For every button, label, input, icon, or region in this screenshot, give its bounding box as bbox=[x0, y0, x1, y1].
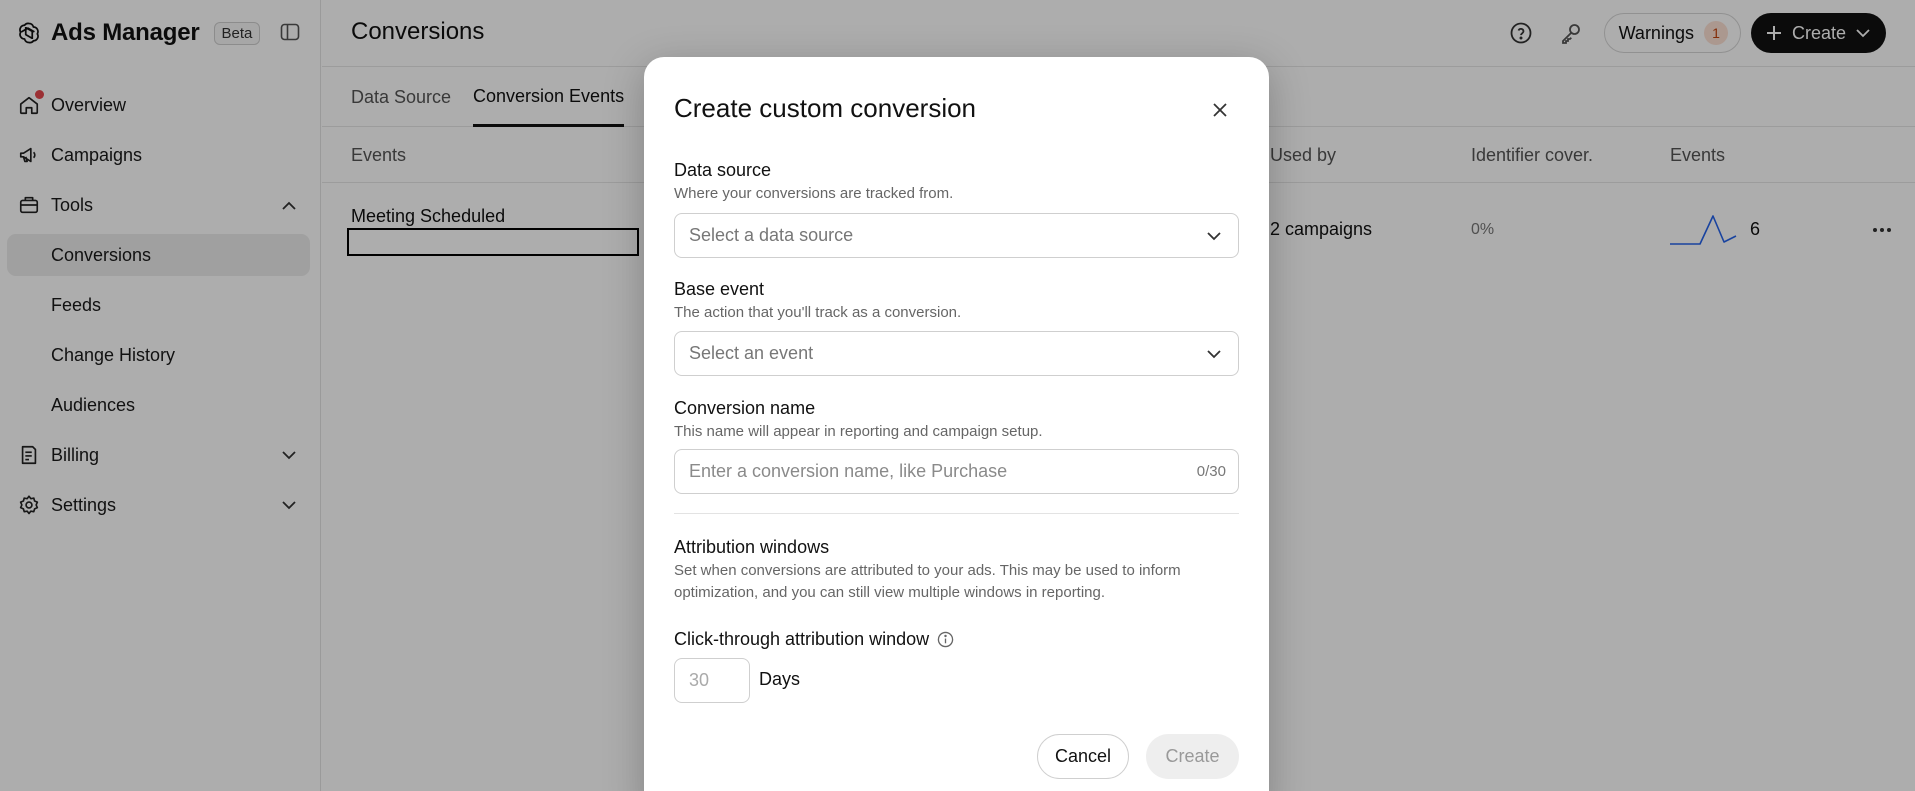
attribution-windows-help: Set when conversions are attributed to y… bbox=[674, 562, 1181, 601]
data-source-select[interactable]: Select a data source bbox=[674, 213, 1239, 258]
base-event-select[interactable]: Select an event bbox=[674, 331, 1239, 376]
close-icon[interactable] bbox=[1205, 95, 1235, 125]
base-event-help: The action that you'll track as a conver… bbox=[674, 304, 962, 321]
info-icon[interactable] bbox=[936, 630, 954, 648]
data-source-placeholder: Select a data source bbox=[689, 225, 854, 245]
create-custom-conversion-dialog: Create custom conversion Data source Whe… bbox=[644, 57, 1269, 791]
attribution-windows-label: Attribution windows bbox=[674, 537, 830, 557]
chevron-down-icon bbox=[1204, 344, 1224, 364]
cancel-button[interactable]: Cancel bbox=[1037, 734, 1129, 779]
modal-title: Create custom conversion bbox=[674, 93, 977, 123]
conversion-name-field[interactable]: 0/30 bbox=[674, 449, 1239, 494]
click-through-days-input[interactable] bbox=[675, 659, 749, 702]
click-through-label: Click-through attribution window bbox=[674, 629, 930, 649]
conversion-name-input[interactable] bbox=[689, 450, 1169, 493]
create-submit-button[interactable]: Create bbox=[1146, 734, 1239, 779]
base-event-placeholder: Select an event bbox=[689, 343, 814, 363]
chevron-down-icon bbox=[1204, 226, 1224, 246]
data-source-help: Where your conversions are tracked from. bbox=[674, 185, 954, 202]
base-event-label: Base event bbox=[674, 279, 765, 299]
conversion-name-help: This name will appear in reporting and c… bbox=[674, 423, 1043, 440]
data-source-label: Data source bbox=[674, 160, 772, 180]
conversion-name-label: Conversion name bbox=[674, 398, 816, 418]
days-unit-label: Days bbox=[759, 669, 801, 689]
character-counter: 0/30 bbox=[1196, 463, 1226, 480]
section-divider bbox=[674, 513, 1239, 514]
click-through-days-field[interactable] bbox=[674, 658, 750, 703]
